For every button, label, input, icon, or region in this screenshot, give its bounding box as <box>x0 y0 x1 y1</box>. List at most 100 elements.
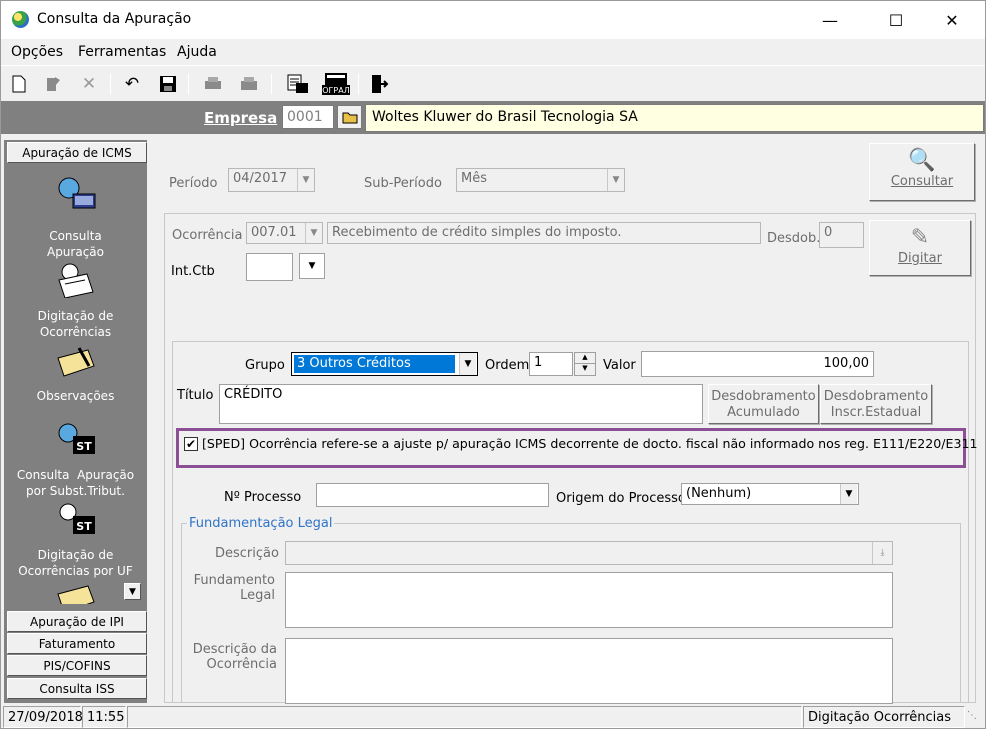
digitar-button[interactable]: ✎ Digitar <box>869 220 971 276</box>
spin-down-icon[interactable]: ▼ <box>575 364 595 375</box>
ocorrencia-desc-field: Recebimento de crédito simples do impost… <box>327 222 761 244</box>
grupo-combo[interactable]: 3 Outros Créditos <box>291 352 478 376</box>
periodo-value: 04/2017 <box>233 171 288 186</box>
toolbar-separator <box>358 74 359 94</box>
intctb-label: Int.Ctb <box>171 264 215 279</box>
sidebar-tab-apuracao-icms[interactable]: Apuração de ICMS <box>7 142 147 163</box>
report-icon[interactable] <box>286 72 310 96</box>
menu-ferramentas[interactable]: Ferramentas <box>78 44 166 60</box>
sped-checkbox[interactable]: ✔ <box>184 437 198 451</box>
periodo-label: Período <box>169 176 218 191</box>
sidebar-item-digitacao-ocorrencias[interactable]: Digitação de Ocorrências <box>4 308 147 340</box>
svg-text:ST: ST <box>76 520 92 533</box>
descricao-lookup-icon[interactable]: ⤓ <box>872 542 892 564</box>
status-mode: Digitação Ocorrências <box>803 706 965 728</box>
empresa-code-field[interactable]: 0001 <box>282 105 334 129</box>
empresa-bar: Empresa 0001 Woltes Kluwer do Brasil Tec… <box>1 101 985 134</box>
origem-dropdown-icon[interactable]: ▼ <box>840 484 857 504</box>
ordem-label: Ordem <box>485 358 530 373</box>
intctb-dropdown-icon[interactable]: ▼ <box>299 253 325 279</box>
ordem-spinner[interactable]: ▲ ▼ <box>574 352 596 376</box>
subperiodo-value: Mês <box>461 171 487 186</box>
ocorrencia-dropdown-icon[interactable]: ▼ <box>305 223 322 243</box>
origem-value: (Nenhum) <box>686 486 752 501</box>
toolbar-separator <box>188 74 189 94</box>
new-file-icon[interactable] <box>7 72 31 96</box>
resize-grip-icon[interactable]: ⋱ <box>967 710 983 726</box>
partial-notebook-icon <box>55 582 95 604</box>
consulta-subst-tribut-icon[interactable]: ST <box>55 422 95 456</box>
subperiodo-combo[interactable]: Mês <box>456 168 625 192</box>
spin-up-icon[interactable]: ▲ <box>575 353 595 364</box>
sidebar: Apuração de ICMS Consulta Apuração Digit… <box>4 140 147 703</box>
desdob-field[interactable]: 0 <box>819 222 864 248</box>
descricao-ocorrencia-label: Descrição da Ocorrência <box>192 642 277 672</box>
desdobramento-inscr-button[interactable]: Desdobramento Inscr.Estadual <box>820 384 932 424</box>
open-folder-icon[interactable] <box>337 105 362 129</box>
exit-door-icon[interactable] <box>367 72 391 96</box>
toolbar-separator <box>110 74 111 94</box>
valor-field[interactable]: 100,00 <box>641 351 874 377</box>
save-icon[interactable] <box>156 72 180 96</box>
print-preview-icon[interactable] <box>237 72 261 96</box>
sidebar-item-digitacao-uf[interactable]: Digitação de Ocorrências por UF <box>4 547 147 579</box>
svg-text:ST: ST <box>76 440 92 453</box>
toolbar: ✕ ↶ ОГРАЛ <box>1 65 985 101</box>
titulo-field[interactable]: CRÉDITO <box>219 384 703 424</box>
export-oral-icon[interactable]: ОГРАЛ <box>320 72 352 96</box>
fundamento-legal-label: Fundamento Legal <box>193 573 275 603</box>
empresa-label: Empresa <box>204 109 278 127</box>
maximize-button[interactable]: ☐ <box>873 1 919 39</box>
edit-icon[interactable] <box>42 72 66 96</box>
sidebar-scroll-down-button[interactable]: ▼ <box>124 583 141 600</box>
print-icon[interactable] <box>201 72 225 96</box>
observacoes-icon[interactable] <box>55 344 95 378</box>
sidebar-tab-consulta-iss[interactable]: Consulta ISS <box>7 678 147 699</box>
app-window: Consulta da Apuração — ☐ ✕ Opções Ferram… <box>0 0 986 729</box>
title-bar: Consulta da Apuração — ☐ ✕ <box>1 1 985 39</box>
fundamento-legal-field[interactable] <box>285 572 893 628</box>
sidebar-item-consulta-subst-tribut[interactable]: Consulta Apuração por Subst.Tribut. <box>4 467 147 499</box>
menu-bar: Opções Ferramentas Ajuda <box>1 39 985 65</box>
origem-label: Origem do Processo <box>556 491 686 506</box>
undo-icon[interactable]: ↶ <box>120 72 144 96</box>
menu-opcoes[interactable]: Opções <box>11 44 63 60</box>
toolbar-separator <box>271 74 272 94</box>
subperiodo-dropdown-icon[interactable]: ▼ <box>607 169 624 191</box>
digitacao-uf-icon[interactable]: ST <box>55 502 95 536</box>
titulo-label: Título <box>177 388 214 403</box>
status-date: 27/09/2018 <box>3 706 83 728</box>
sidebar-tab-faturamento[interactable]: Faturamento <box>7 633 147 654</box>
sped-label[interactable]: [SPED] Ocorrência refere-se a ajuste p/ … <box>202 436 978 451</box>
minimize-button[interactable]: — <box>807 1 853 39</box>
delete-icon[interactable]: ✕ <box>77 72 101 96</box>
intctb-field[interactable] <box>246 253 293 281</box>
consulta-apuracao-icon[interactable] <box>55 176 96 210</box>
grupo-value: 3 Outros Créditos <box>294 355 455 373</box>
ocorrencia-code-value: 007.01 <box>251 225 297 240</box>
digitacao-ocorrencias-icon[interactable] <box>55 262 95 299</box>
consultar-magnifier-icon: 🔍 <box>908 148 936 173</box>
fundamentacao-group-title: Fundamentação Legal <box>187 516 335 531</box>
menu-ajuda[interactable]: Ajuda <box>177 44 217 60</box>
sidebar-tab-apuracao-ipi[interactable]: Apuração de IPI <box>7 611 147 632</box>
digitar-pen-icon: ✎ <box>910 225 930 250</box>
ordem-field[interactable]: 1 <box>529 352 573 376</box>
periodo-dropdown-icon[interactable]: ▼ <box>297 169 314 191</box>
grupo-label: Grupo <box>245 358 285 373</box>
grupo-dropdown-icon[interactable]: ▼ <box>459 353 476 375</box>
sidebar-item-consulta-apuracao[interactable]: Consulta Apuração <box>4 228 147 260</box>
nprocesso-field[interactable] <box>316 483 549 507</box>
sidebar-item-observacoes[interactable]: Observações <box>4 388 147 404</box>
descricao-combo[interactable] <box>285 541 893 565</box>
descricao-ocorrencia-field[interactable] <box>285 638 893 704</box>
valor-label: Valor <box>603 358 636 373</box>
close-button[interactable]: ✕ <box>929 1 975 39</box>
oral-badge-text: ОГРАЛ <box>322 86 350 95</box>
window-title: Consulta da Apuração <box>37 11 192 27</box>
origem-combo[interactable]: (Nenhum) <box>681 483 859 505</box>
app-globe-icon <box>12 11 29 28</box>
consultar-button[interactable]: 🔍 Consultar <box>869 143 975 201</box>
sidebar-tab-pis-cofins[interactable]: PIS/COFINS <box>7 655 147 676</box>
desdobramento-acumulado-button[interactable]: Desdobramento Acumulado <box>708 384 819 424</box>
